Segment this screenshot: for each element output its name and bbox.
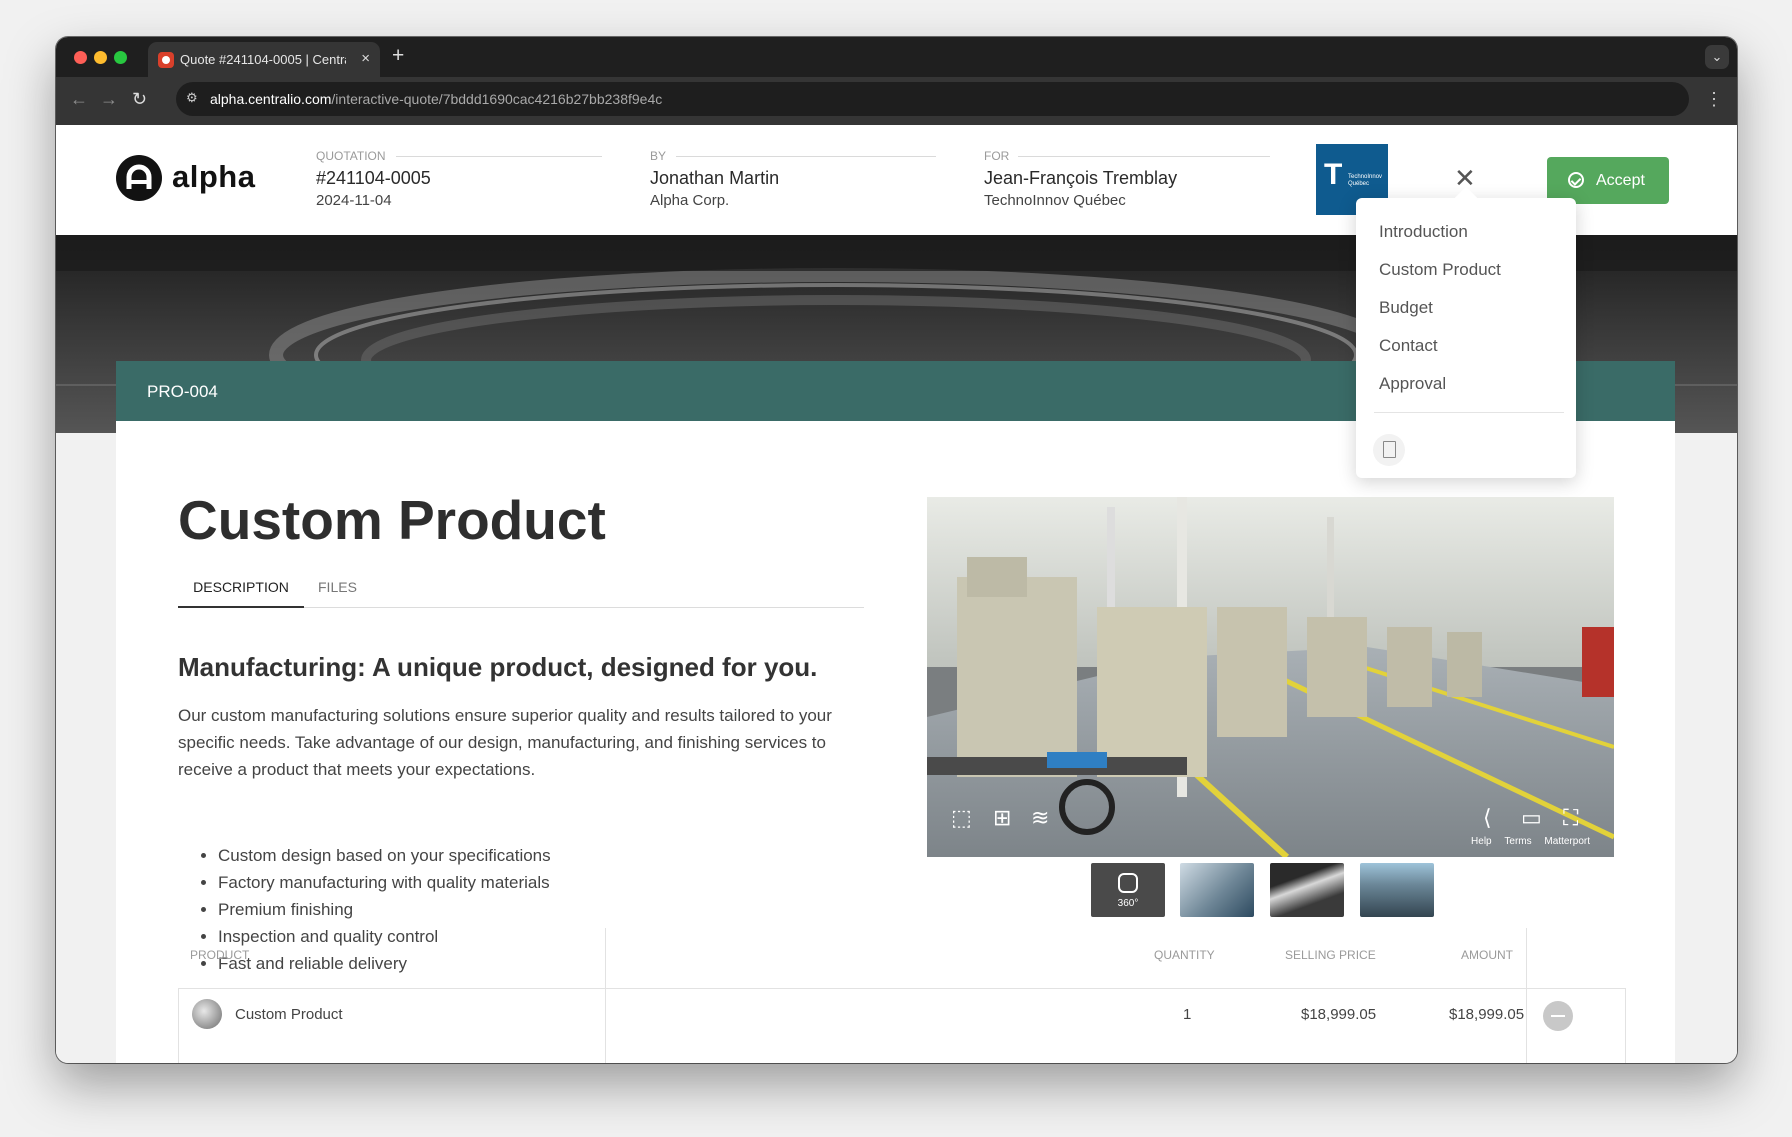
site-settings-icon[interactable]: ⚙ bbox=[186, 90, 198, 106]
feature-list: Custom design based on your specificatio… bbox=[218, 842, 551, 977]
matterport-brand[interactable]: Matterport bbox=[1544, 836, 1590, 847]
browser-toolbar: ← → ↻ ⚙ alpha.centralio.com/interactive-… bbox=[56, 77, 1737, 125]
back-arrow-icon[interactable]: ← bbox=[70, 89, 88, 110]
tab-title: Quote #241104-0005 | Centralio bbox=[180, 52, 346, 67]
reload-icon[interactable]: ↻ bbox=[132, 89, 147, 110]
thumbnail-building[interactable] bbox=[1360, 863, 1434, 917]
url-text[interactable]: alpha.centralio.com/interactive-quote/7b… bbox=[210, 91, 662, 107]
terms-link[interactable]: Terms bbox=[1504, 836, 1531, 847]
menu-item-introduction[interactable]: Introduction bbox=[1379, 222, 1468, 242]
product-section: Custom Product DESCRIPTION FILES Manufac… bbox=[116, 421, 1675, 1063]
menu-item-custom-product[interactable]: Custom Product bbox=[1379, 260, 1501, 280]
close-window-button[interactable] bbox=[74, 51, 87, 64]
address-bar[interactable]: ⚙ alpha.centralio.com/interactive-quote/… bbox=[176, 82, 1689, 116]
tab-close-icon[interactable]: × bbox=[361, 50, 370, 67]
pdf-download-icon[interactable] bbox=[1373, 434, 1405, 466]
remove-row-button[interactable] bbox=[1543, 1001, 1573, 1031]
row-quantity: 1 bbox=[1183, 1006, 1192, 1023]
row-amount: $18,999.05 bbox=[1449, 1006, 1525, 1023]
client-name: Jean-François Tremblay bbox=[984, 168, 1178, 188]
zoom-window-button[interactable] bbox=[114, 51, 127, 64]
col-header-product: PRODUCT bbox=[190, 948, 250, 962]
menu-divider bbox=[1374, 412, 1564, 413]
for-label: FOR bbox=[984, 149, 1270, 163]
dollhouse-view-icon[interactable]: ⬚ bbox=[951, 805, 972, 831]
feature-item: Custom design based on your specificatio… bbox=[218, 842, 551, 869]
author-company: Alpha Corp. bbox=[650, 192, 730, 209]
alpha-logo-icon bbox=[116, 155, 162, 201]
feature-item: Premium finishing bbox=[218, 896, 551, 923]
product-thumbnail-icon bbox=[192, 999, 222, 1029]
centralio-favicon-icon bbox=[158, 52, 174, 68]
quotation-number: #241104-0005 bbox=[316, 168, 431, 188]
col-header-quantity: QUANTITY bbox=[1154, 948, 1215, 962]
fullscreen-icon[interactable]: ⛶ bbox=[1563, 805, 1578, 831]
tab-search-chevron-icon[interactable]: ⌄ bbox=[1705, 45, 1729, 69]
quotation-label: QUOTATION bbox=[316, 149, 602, 163]
thumbnail-workshop[interactable] bbox=[1180, 863, 1254, 917]
share-icon[interactable]: ⟨ bbox=[1483, 805, 1492, 831]
menu-item-contact[interactable]: Contact bbox=[1379, 336, 1438, 356]
360-tour-icon bbox=[1118, 873, 1138, 893]
feature-item: Fast and reliable delivery bbox=[218, 950, 551, 977]
client-company: TechnoInnov Québec bbox=[984, 192, 1126, 209]
product-title: Custom Product bbox=[178, 489, 606, 551]
menu-item-budget[interactable]: Budget bbox=[1379, 298, 1433, 318]
quotation-date: 2024-11-04 bbox=[316, 192, 392, 209]
browser-tab[interactable]: Quote #241104-0005 | Centralio × bbox=[148, 42, 380, 77]
vr-icon[interactable]: ▭ bbox=[1521, 805, 1542, 831]
new-tab-button[interactable]: + bbox=[392, 44, 404, 68]
tab-files[interactable]: FILES bbox=[318, 579, 357, 595]
col-header-amount: AMOUNT bbox=[1461, 948, 1513, 962]
floor-plan-icon[interactable]: ⊞ bbox=[993, 805, 1011, 831]
quotation-block: QUOTATION #241104-0005 2024-11-04 bbox=[316, 149, 602, 209]
by-label: BY bbox=[650, 149, 936, 163]
thumbnail-product[interactable] bbox=[1270, 863, 1344, 917]
help-link[interactable]: Help bbox=[1471, 836, 1492, 847]
section-code: PRO-004 bbox=[147, 382, 218, 401]
url-path: /interactive-quote/7bddd1690cac4216b27bb… bbox=[331, 91, 663, 107]
product-description: Our custom manufacturing solutions ensur… bbox=[178, 706, 832, 779]
product-tabs: DESCRIPTION FILES bbox=[178, 566, 864, 608]
quote-page: alpha QUOTATION #241104-0005 2024-11-04 … bbox=[56, 125, 1737, 1063]
col-header-selling-price: SELLING PRICE bbox=[1285, 948, 1376, 962]
feature-item: Inspection and quality control bbox=[218, 923, 551, 950]
row-product-name: Custom Product bbox=[235, 1006, 343, 1023]
product-heading: Manufacturing: A unique product, designe… bbox=[178, 652, 818, 682]
tab-bar: Quote #241104-0005 | Centralio × + ⌄ bbox=[56, 37, 1737, 77]
minimize-window-button[interactable] bbox=[94, 51, 107, 64]
floors-layers-icon[interactable]: ≋ bbox=[1031, 805, 1049, 831]
row-selling-price: $18,999.05 bbox=[1301, 1006, 1377, 1023]
author-name: Jonathan Martin bbox=[650, 168, 780, 188]
check-circle-icon bbox=[1568, 172, 1584, 188]
accept-button[interactable]: Accept bbox=[1547, 157, 1669, 204]
thumbnail-360-tour[interactable]: 360° bbox=[1091, 863, 1165, 917]
tab-description[interactable]: DESCRIPTION bbox=[178, 579, 304, 608]
menu-item-approval[interactable]: Approval bbox=[1379, 374, 1446, 394]
feature-item: Factory manufacturing with quality mater… bbox=[218, 869, 551, 896]
alpha-logo-text: alpha bbox=[172, 159, 256, 194]
for-block: FOR Jean-François Tremblay TechnoInnov Q… bbox=[984, 149, 1270, 209]
by-block: BY Jonathan Martin Alpha Corp. bbox=[650, 149, 936, 209]
matterport-footer: Help Terms Matterport bbox=[1461, 836, 1590, 847]
url-host: alpha.centralio.com bbox=[210, 91, 332, 107]
browser-window: Quote #241104-0005 | Centralio × + ⌄ ← →… bbox=[56, 37, 1737, 1063]
section-nav-menu: Introduction Custom Product Budget Conta… bbox=[1356, 198, 1576, 478]
browser-menu-icon[interactable]: ⋮ bbox=[1705, 89, 1723, 110]
virtual-tour-viewer[interactable]: ⬚ ⊞ ≋ ⟨ ▭ ⛶ Help Terms Matterport bbox=[927, 497, 1614, 857]
forward-arrow-icon[interactable]: → bbox=[100, 89, 118, 110]
